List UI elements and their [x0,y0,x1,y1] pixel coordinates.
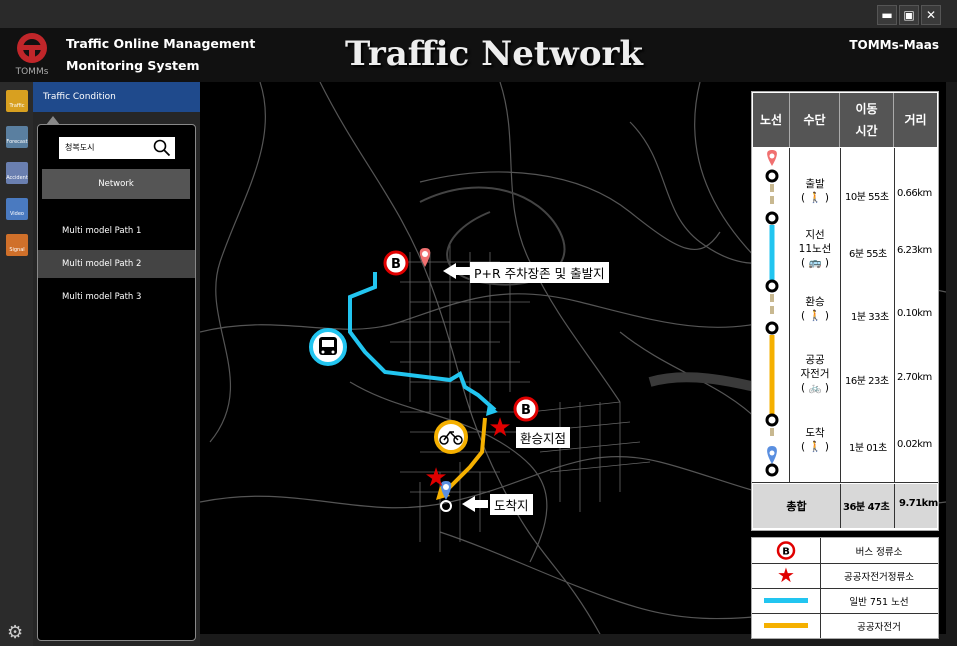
bike-station-star-1: ★ [488,413,511,443]
video-icon[interactable]: Video [6,198,28,220]
total-row: 총합 36분 47초 9.71km [753,484,938,528]
legend-bus-line: 일반 751 노선 [752,588,938,614]
path-item-3[interactable]: Multi model Path 3 [38,283,195,311]
row-mode-1: 출발 ( 🚶 ) [801,178,829,204]
yellow-line-legend-icon [764,623,808,628]
header-mode: 수단 [790,93,840,147]
origin-label: P+R 주차장존 및 출발지 [470,262,609,283]
path-item-1[interactable]: Multi model Path 1 [38,217,195,245]
search-input[interactable] [65,140,150,154]
legend-bike-line: 공공자전거 [752,613,938,638]
total-label: 총합 [786,500,807,513]
transfer-label: 환승지점 [516,427,571,448]
route-summary-table: 노선 수단 이동 시간 거리 출발 ( 🚶 ) 10분 55초 0.66km 지… [751,91,939,531]
bus-stop-marker-2: B [513,396,539,422]
signal-icon[interactable]: Signal [6,234,28,256]
minimize-button[interactable]: ▬ [877,5,897,25]
path-item-2[interactable]: Multi model Path 2 [38,250,195,278]
row-distance-1: 0.66km [897,188,932,199]
logo-text: TOMMs [15,67,49,76]
bike-station-star-2: ★ [424,463,447,493]
row-time-2: 6분 55초 [849,249,887,260]
header-distance: 거리 [894,93,937,147]
map-legend: B 버스 정류소 ★ 공공자전거정류소 일반 751 노선 공공자전거 [751,537,939,639]
maximize-button[interactable]: ▣ [899,5,919,25]
row-time-1: 10분 55초 [845,192,889,203]
star-legend-icon: ★ [777,563,795,587]
bus-stop-marker-1: B [383,250,409,276]
traffic-icon[interactable]: Traffic [6,90,28,112]
sidebar: Traffic Condition Network Multi model Pa… [33,82,200,646]
bus-stop-legend-icon: B [782,547,790,558]
left-rail: Traffic Forecast Accident Video Signal [0,82,33,646]
row-mode-2: 지선 11노선 ( 🚌 ) [798,229,832,269]
window-titlebar: ▬ ▣ ✕ [0,0,957,28]
route-strip [765,150,779,477]
forecast-icon[interactable]: Forecast [6,126,28,148]
app-subtitle-line1: Traffic Online Management [66,36,256,51]
page-title: Traffic Network [345,34,643,74]
legend-bike-station: ★ 공공자전거정류소 [752,563,938,589]
blue-line-legend-icon [764,598,808,603]
bike-mode-icon [434,420,468,454]
close-button[interactable]: ✕ [921,5,941,25]
app-logo: TOMMs [8,30,56,77]
legend-bus-stop: B 버스 정류소 [752,538,938,564]
origin-marker [419,248,431,267]
header-time: 이동 시간 [840,93,894,147]
settings-gear-icon[interactable]: ⚙ [7,622,23,643]
row-time-3: 1분 33초 [851,312,889,323]
search-icon[interactable] [153,139,171,157]
destination-label: 도착지 [490,494,533,515]
row-mode-5: 도착 ( 🚶 ) [801,427,829,453]
row-mode-3: 환승 ( 🚶 ) [801,296,829,322]
bus-mode-icon [309,328,347,366]
header-route: 노선 [753,93,790,147]
svg-text:B: B [521,403,531,418]
row-mode-4: 공공 자전거 ( 🚲 ) [800,354,830,394]
row-time-4: 16분 23초 [845,376,889,387]
row-time-5: 1분 01초 [849,443,887,454]
row-distance-5: 0.02km [897,439,932,450]
tab-traffic-condition[interactable]: Traffic Condition [33,82,200,112]
accident-icon[interactable]: Accident [6,162,28,184]
brand-label: TOMMs-Maas [849,38,939,52]
row-distance-4: 2.70km [897,372,932,383]
svg-text:B: B [391,257,401,272]
row-distance-2: 6.23km [897,245,932,256]
bus-route-line [348,272,497,412]
app-subtitle-line2: Monitoring System [66,58,200,73]
total-time: 36분 47초 [843,502,890,513]
route-panel: Network Multi model Path 1 Multi model P… [37,116,196,641]
row-distance-3: 0.10km [897,308,932,319]
search-box [59,137,175,159]
total-distance: 9.71km [899,498,938,509]
network-button[interactable]: Network [42,169,190,199]
